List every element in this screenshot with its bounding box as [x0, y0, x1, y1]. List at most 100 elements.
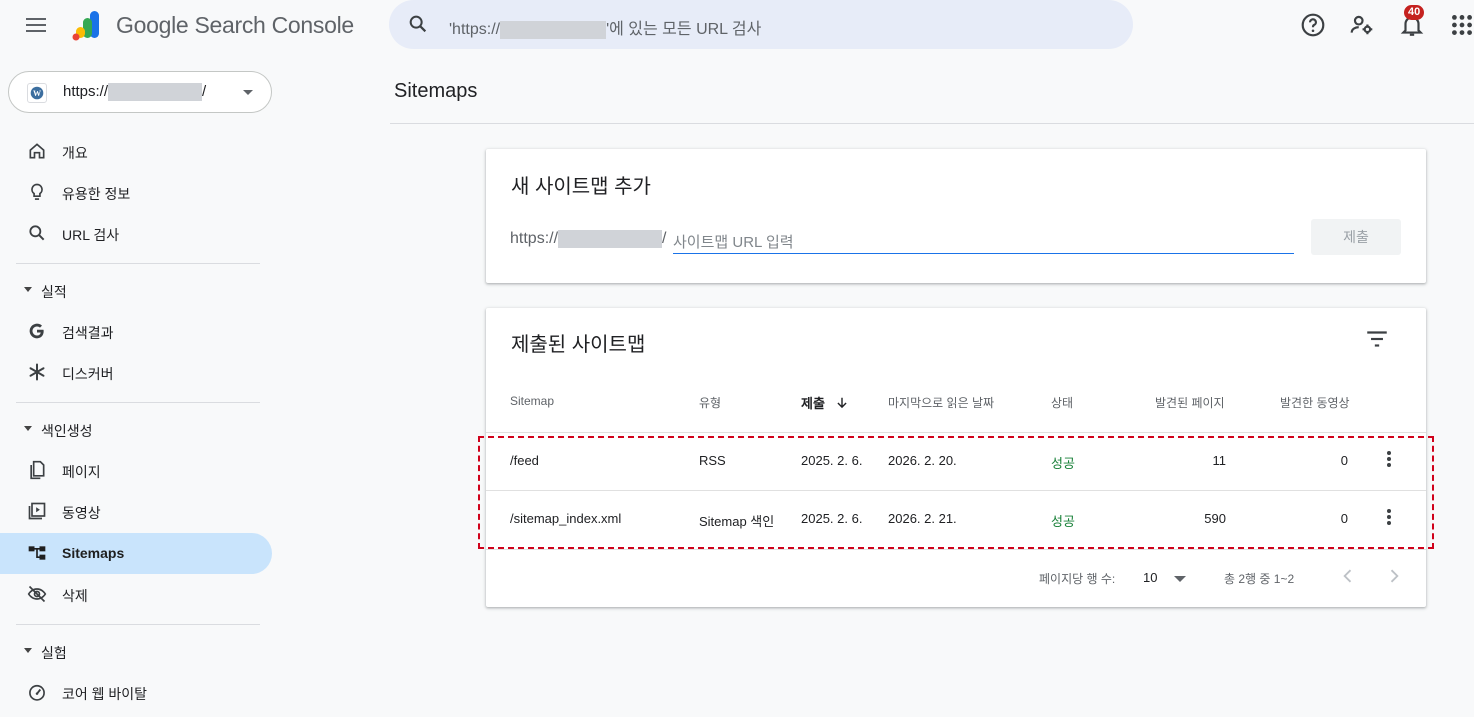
sidebar-item-label: 유용한 정보	[62, 186, 131, 202]
column-header-videos[interactable]: 발견한 동영상	[1280, 394, 1350, 411]
search-placeholder: 'https:// '에 있는 모든 URL 검사	[449, 15, 761, 39]
more-vert-icon[interactable]	[1380, 507, 1398, 531]
cell-sitemap: /sitemap_index.xml	[510, 511, 622, 526]
sidebar-item-url-inspection[interactable]: URL 검사	[0, 213, 272, 254]
prefix-tail: /	[662, 230, 667, 248]
submitted-sitemaps-card: 제출된 사이트맵 Sitemap 유형 제출 마지막으로 읽은 날짜 상태 발견…	[486, 308, 1426, 607]
card-title: 제출된 사이트맵	[511, 334, 646, 356]
cell-sitemap: /feed	[510, 453, 539, 468]
collapse-triangle-icon	[24, 648, 32, 653]
rows-per-page-select[interactable]: 10	[1143, 567, 1193, 589]
eye-off-icon	[27, 585, 47, 603]
cell-type: Sitemap 색인	[699, 514, 775, 529]
asterisk-icon	[29, 363, 45, 381]
chevron-down-icon	[1174, 576, 1186, 582]
home-icon	[29, 143, 45, 159]
column-header-sitemap[interactable]: Sitemap	[510, 394, 554, 408]
sidebar-item-videos[interactable]: 동영상	[0, 491, 272, 532]
sidebar-item-label: 개요	[62, 145, 88, 161]
column-header-pages[interactable]: 발견된 페이지	[1155, 394, 1225, 411]
top-bar: Google Search Console 'https:// '에 있는 모든 …	[0, 0, 1474, 52]
menu-icon[interactable]	[26, 15, 48, 33]
sitemap-url-input[interactable]	[673, 228, 1294, 254]
sidebar-item-insights[interactable]: 유용한 정보	[0, 172, 272, 213]
gauge-icon	[29, 684, 45, 701]
collapse-triangle-icon	[24, 426, 32, 431]
divider	[16, 263, 260, 264]
google-g-icon	[29, 323, 44, 339]
search-prefix: 'https://	[449, 21, 501, 38]
wordpress-icon: W	[27, 83, 47, 103]
property-suffix: /	[202, 83, 207, 100]
search-console-logo	[72, 11, 99, 41]
column-header-submitted[interactable]: 제출	[801, 393, 849, 412]
cell-pages: 590	[1204, 511, 1226, 526]
manage-users-icon[interactable]	[1349, 12, 1375, 38]
property-prefix: https://	[63, 83, 109, 100]
divider	[16, 402, 260, 403]
sitemap-url-prefix: https:// /	[510, 230, 666, 248]
cell-pages: 11	[1212, 453, 1227, 468]
sidebar-item-discover[interactable]: 디스커버	[0, 352, 272, 393]
arrow-down-icon	[836, 397, 847, 409]
collapse-triangle-icon	[24, 287, 32, 292]
table-row[interactable]: /feed RSS 2025. 2. 6. 2026. 2. 20. 성공 11…	[486, 433, 1426, 491]
sidebar-item-core-web-vitals[interactable]: 코어 웹 바이탈	[0, 672, 272, 713]
video-icon	[28, 502, 46, 520]
cell-type: RSS	[699, 453, 726, 468]
app-title: Google Search Console	[116, 12, 354, 38]
apps-grid-icon[interactable]	[1449, 12, 1474, 38]
sidebar-item-label: URL 검사	[62, 227, 120, 243]
url-inspect-search[interactable]: 'https:// '에 있는 모든 URL 검사	[389, 0, 1133, 49]
help-icon[interactable]	[1300, 12, 1326, 38]
submit-button[interactable]: 제출	[1311, 219, 1401, 255]
pages-icon	[30, 460, 45, 480]
sidebar-item-label: 동영상	[62, 505, 101, 521]
title-divider	[390, 123, 1474, 124]
column-header-type[interactable]: 유형	[699, 394, 721, 411]
sidebar-item-label: 코어 웹 바이탈	[62, 686, 148, 702]
filter-icon[interactable]	[1364, 326, 1390, 352]
section-label: 실적	[41, 284, 67, 300]
sidebar-item-label: 검색결과	[62, 325, 114, 341]
property-selector[interactable]: W https:// /	[8, 71, 272, 113]
cell-status: 성공	[1051, 514, 1075, 529]
pagination-range: 총 2행 중 1~2	[1224, 572, 1295, 586]
sidebar-item-label: Sitemaps	[62, 545, 125, 561]
chevron-right-icon[interactable]	[1384, 566, 1404, 586]
sidebar-item-overview[interactable]: 개요	[0, 131, 272, 172]
cell-last-read: 2026. 2. 21.	[888, 511, 957, 526]
sitemap-icon	[28, 546, 46, 560]
section-performance[interactable]: 실적	[0, 270, 272, 310]
sidebar-item-pages[interactable]: 페이지	[0, 450, 272, 491]
column-header-last-read[interactable]: 마지막으로 읽은 날짜	[888, 394, 994, 411]
rows-per-page-label: 페이지당 행 수:	[1039, 572, 1116, 586]
section-label: 실험	[41, 645, 67, 661]
cell-last-read: 2026. 2. 20.	[888, 453, 957, 468]
chevron-down-icon	[243, 90, 253, 95]
cell-submitted: 2025. 2. 6.	[801, 453, 863, 468]
lightbulb-icon	[31, 183, 43, 200]
section-indexing[interactable]: 색인생성	[0, 409, 272, 449]
svg-text:W: W	[33, 89, 41, 98]
sidebar-item-label: 디스커버	[62, 366, 114, 382]
more-vert-icon[interactable]	[1380, 449, 1398, 473]
column-header-status[interactable]: 상태	[1051, 394, 1073, 411]
search-icon	[409, 15, 427, 33]
divider	[16, 624, 260, 625]
card-title: 새 사이트맵 추가	[511, 176, 651, 198]
cell-videos: 0	[1340, 511, 1348, 526]
rows-per-page-value: 10	[1143, 570, 1158, 585]
cell-status: 성공	[1051, 456, 1075, 471]
table-row[interactable]: /sitemap_index.xml Sitemap 색인 2025. 2. 6…	[486, 491, 1426, 549]
sidebar-item-label: 삭제	[62, 588, 88, 604]
section-experience[interactable]: 실험	[0, 631, 272, 671]
chevron-left-icon[interactable]	[1338, 566, 1358, 586]
row-divider	[486, 549, 1426, 550]
sidebar-item-removals[interactable]: 삭제	[0, 574, 272, 615]
cell-videos: 0	[1340, 453, 1348, 468]
add-sitemap-card: 새 사이트맵 추가 https:// / 제출	[486, 149, 1426, 283]
sidebar-item-sitemaps[interactable]: Sitemaps	[0, 533, 272, 574]
search-icon	[29, 225, 45, 241]
sidebar-item-search-results[interactable]: 검색결과	[0, 311, 272, 352]
